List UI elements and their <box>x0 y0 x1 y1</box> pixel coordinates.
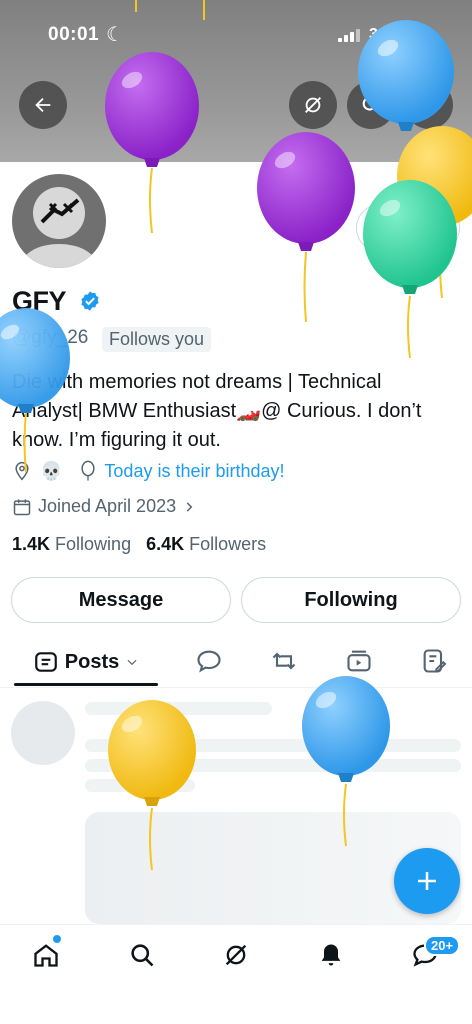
compose-plus-icon <box>418 872 436 890</box>
skeleton-line <box>85 759 461 772</box>
followers-link[interactable]: 6.4K Followers <box>146 534 266 554</box>
reply-icon[interactable] <box>195 647 223 675</box>
home-icon <box>34 944 58 967</box>
repost-icon[interactable] <box>270 647 298 675</box>
bio-line: Analyst| BMW Enthusiast🏎️@ Curious. I do… <box>12 397 464 426</box>
follow-counts: 1.4K Following 6.4K Followers <box>12 534 266 555</box>
posts-icon <box>34 652 57 672</box>
balloon-icon <box>81 460 96 481</box>
network-type: 3G <box>369 26 391 43</box>
avatar-image <box>21 187 97 268</box>
back-button[interactable] <box>19 81 67 129</box>
skeleton-line <box>85 702 272 715</box>
search-button[interactable] <box>347 81 395 129</box>
following-label: Following <box>55 534 132 554</box>
birthday-text: Today is their birthday! <box>104 460 285 481</box>
follows-you-badge: Follows you <box>102 327 212 352</box>
moon-icon: ☾ <box>106 24 124 46</box>
battery-icon: ⚡ <box>399 26 429 46</box>
bottom-navigation <box>0 924 472 1024</box>
more-icon <box>420 103 438 107</box>
video-icon[interactable] <box>345 647 373 675</box>
profile-tabs: Posts <box>0 636 472 688</box>
tab-posts[interactable]: Posts <box>14 636 158 688</box>
messages-badge: 20+ <box>424 935 461 956</box>
more-button[interactable] <box>405 81 453 129</box>
skeleton-line <box>85 779 195 792</box>
search-icon <box>362 96 380 114</box>
nav-search[interactable] <box>124 937 160 973</box>
profile-avatar[interactable] <box>8 170 110 272</box>
status-time: 00:01 <box>48 24 100 45</box>
skeleton-line <box>85 739 461 752</box>
followers-label: Followers <box>189 534 267 554</box>
followers-count: 6.4K <box>146 534 185 554</box>
message-button[interactable]: Message <box>11 577 231 623</box>
compose-button[interactable] <box>394 848 460 914</box>
chevron-right-icon <box>186 501 193 512</box>
following-button[interactable]: Following <box>241 577 461 623</box>
calendar-icon <box>13 499 31 515</box>
following-count: 1.4K <box>12 534 51 554</box>
following-link[interactable]: 1.4K Following <box>12 534 131 554</box>
profile-bio: Die with memories not dreams | Technical… <box>12 368 464 455</box>
signal-icon <box>338 28 362 42</box>
nav-grok[interactable] <box>218 937 254 973</box>
nav-notifications[interactable] <box>313 937 349 973</box>
joined-text: Joined April 2023 <box>38 496 177 516</box>
grok-button[interactable] <box>289 81 337 129</box>
grok-icon <box>305 97 321 113</box>
profile-action-button[interactable] <box>412 204 460 252</box>
home-unread-dot <box>53 935 61 943</box>
location-icon <box>15 461 29 481</box>
back-arrow-icon <box>35 97 51 113</box>
chevron-down-icon <box>127 659 137 666</box>
profile-meta-row: 💀 Today is their birthday! <box>12 460 285 482</box>
location-text: 💀 <box>40 460 63 481</box>
skeleton-avatar <box>11 701 75 765</box>
status-bar: 00:01 ☾ 3G ⚡ <box>0 22 472 50</box>
verified-badge-icon[interactable] <box>79 290 101 312</box>
grok-icon <box>225 944 247 966</box>
bio-line: know. I’m figuring it out. <box>12 429 221 451</box>
notification-bell-icon <box>371 218 389 238</box>
racecar-emoji: 🏎️ <box>236 400 262 422</box>
search-icon <box>131 944 154 967</box>
profile-name: GFY <box>12 286 67 316</box>
tab-posts-label: Posts <box>64 650 120 673</box>
bio-line: Die with memories not dreams | Technical <box>12 371 382 393</box>
joined-row[interactable]: Joined April 2023 <box>12 496 196 517</box>
bio-text: @ Curious. I don’t <box>261 400 422 422</box>
bio-text: Analyst| BMW Enthusiast <box>12 400 237 422</box>
notifications-button[interactable] <box>356 204 404 252</box>
profile-handle: @gfy_26 <box>12 327 89 348</box>
articles-icon[interactable] <box>420 647 448 675</box>
bell-icon <box>321 944 341 966</box>
chevron-icon <box>430 224 442 232</box>
